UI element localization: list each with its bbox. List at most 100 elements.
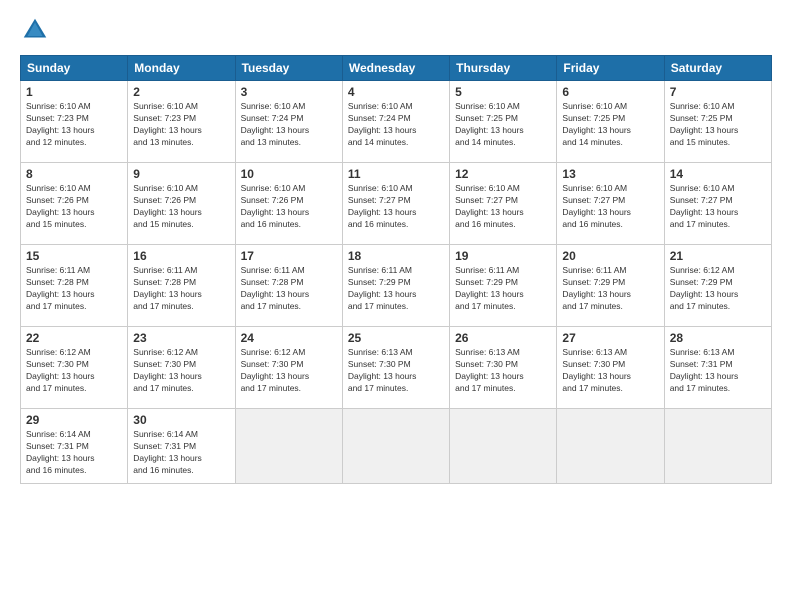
day-info: Sunrise: 6:10 AM Sunset: 7:27 PM Dayligh… (348, 183, 444, 231)
day-number: 12 (455, 167, 551, 181)
calendar-header-tuesday: Tuesday (235, 56, 342, 81)
day-info: Sunrise: 6:14 AM Sunset: 7:31 PM Dayligh… (26, 429, 122, 477)
page-header (20, 15, 772, 45)
day-number: 21 (670, 249, 766, 263)
calendar-cell: 11 Sunrise: 6:10 AM Sunset: 7:27 PM Dayl… (342, 163, 449, 245)
day-info: Sunrise: 6:10 AM Sunset: 7:23 PM Dayligh… (26, 101, 122, 149)
calendar-header-sunday: Sunday (21, 56, 128, 81)
day-number: 28 (670, 331, 766, 345)
day-info: Sunrise: 6:10 AM Sunset: 7:24 PM Dayligh… (348, 101, 444, 149)
logo-icon (20, 15, 50, 45)
calendar-cell: 9 Sunrise: 6:10 AM Sunset: 7:26 PM Dayli… (128, 163, 235, 245)
calendar-cell: 30 Sunrise: 6:14 AM Sunset: 7:31 PM Dayl… (128, 409, 235, 484)
day-number: 30 (133, 413, 229, 427)
day-number: 3 (241, 85, 337, 99)
calendar-week-4: 22 Sunrise: 6:12 AM Sunset: 7:30 PM Dayl… (21, 327, 772, 409)
day-info: Sunrise: 6:10 AM Sunset: 7:26 PM Dayligh… (241, 183, 337, 231)
calendar-header-monday: Monday (128, 56, 235, 81)
day-info: Sunrise: 6:10 AM Sunset: 7:27 PM Dayligh… (670, 183, 766, 231)
day-number: 11 (348, 167, 444, 181)
day-info: Sunrise: 6:12 AM Sunset: 7:30 PM Dayligh… (241, 347, 337, 395)
day-number: 29 (26, 413, 122, 427)
day-number: 19 (455, 249, 551, 263)
day-number: 17 (241, 249, 337, 263)
day-info: Sunrise: 6:10 AM Sunset: 7:26 PM Dayligh… (133, 183, 229, 231)
calendar-cell (557, 409, 664, 484)
calendar-cell: 5 Sunrise: 6:10 AM Sunset: 7:25 PM Dayli… (450, 81, 557, 163)
calendar-cell: 6 Sunrise: 6:10 AM Sunset: 7:25 PM Dayli… (557, 81, 664, 163)
calendar-cell: 21 Sunrise: 6:12 AM Sunset: 7:29 PM Dayl… (664, 245, 771, 327)
day-info: Sunrise: 6:10 AM Sunset: 7:26 PM Dayligh… (26, 183, 122, 231)
calendar-table: SundayMondayTuesdayWednesdayThursdayFrid… (20, 55, 772, 484)
calendar-cell: 22 Sunrise: 6:12 AM Sunset: 7:30 PM Dayl… (21, 327, 128, 409)
calendar-cell: 29 Sunrise: 6:14 AM Sunset: 7:31 PM Dayl… (21, 409, 128, 484)
day-info: Sunrise: 6:13 AM Sunset: 7:30 PM Dayligh… (562, 347, 658, 395)
day-number: 16 (133, 249, 229, 263)
calendar-cell: 2 Sunrise: 6:10 AM Sunset: 7:23 PM Dayli… (128, 81, 235, 163)
calendar-cell: 24 Sunrise: 6:12 AM Sunset: 7:30 PM Dayl… (235, 327, 342, 409)
day-info: Sunrise: 6:10 AM Sunset: 7:27 PM Dayligh… (562, 183, 658, 231)
logo (20, 15, 54, 45)
calendar-cell: 7 Sunrise: 6:10 AM Sunset: 7:25 PM Dayli… (664, 81, 771, 163)
calendar-cell: 13 Sunrise: 6:10 AM Sunset: 7:27 PM Dayl… (557, 163, 664, 245)
calendar-cell: 10 Sunrise: 6:10 AM Sunset: 7:26 PM Dayl… (235, 163, 342, 245)
day-info: Sunrise: 6:10 AM Sunset: 7:25 PM Dayligh… (670, 101, 766, 149)
calendar-cell (342, 409, 449, 484)
calendar-cell: 12 Sunrise: 6:10 AM Sunset: 7:27 PM Dayl… (450, 163, 557, 245)
calendar-cell: 3 Sunrise: 6:10 AM Sunset: 7:24 PM Dayli… (235, 81, 342, 163)
day-info: Sunrise: 6:11 AM Sunset: 7:28 PM Dayligh… (133, 265, 229, 313)
day-info: Sunrise: 6:13 AM Sunset: 7:30 PM Dayligh… (455, 347, 551, 395)
calendar-cell: 1 Sunrise: 6:10 AM Sunset: 7:23 PM Dayli… (21, 81, 128, 163)
day-info: Sunrise: 6:11 AM Sunset: 7:29 PM Dayligh… (562, 265, 658, 313)
calendar-header-wednesday: Wednesday (342, 56, 449, 81)
calendar-cell: 26 Sunrise: 6:13 AM Sunset: 7:30 PM Dayl… (450, 327, 557, 409)
day-number: 5 (455, 85, 551, 99)
calendar-week-3: 15 Sunrise: 6:11 AM Sunset: 7:28 PM Dayl… (21, 245, 772, 327)
day-info: Sunrise: 6:13 AM Sunset: 7:31 PM Dayligh… (670, 347, 766, 395)
day-info: Sunrise: 6:11 AM Sunset: 7:28 PM Dayligh… (241, 265, 337, 313)
day-number: 4 (348, 85, 444, 99)
day-number: 10 (241, 167, 337, 181)
day-number: 27 (562, 331, 658, 345)
calendar-cell: 20 Sunrise: 6:11 AM Sunset: 7:29 PM Dayl… (557, 245, 664, 327)
calendar-cell: 25 Sunrise: 6:13 AM Sunset: 7:30 PM Dayl… (342, 327, 449, 409)
day-number: 7 (670, 85, 766, 99)
calendar-week-1: 1 Sunrise: 6:10 AM Sunset: 7:23 PM Dayli… (21, 81, 772, 163)
calendar-cell: 19 Sunrise: 6:11 AM Sunset: 7:29 PM Dayl… (450, 245, 557, 327)
calendar-cell (235, 409, 342, 484)
day-info: Sunrise: 6:12 AM Sunset: 7:29 PM Dayligh… (670, 265, 766, 313)
calendar-cell: 18 Sunrise: 6:11 AM Sunset: 7:29 PM Dayl… (342, 245, 449, 327)
calendar-header-saturday: Saturday (664, 56, 771, 81)
day-number: 25 (348, 331, 444, 345)
day-number: 22 (26, 331, 122, 345)
day-number: 26 (455, 331, 551, 345)
calendar-cell: 16 Sunrise: 6:11 AM Sunset: 7:28 PM Dayl… (128, 245, 235, 327)
calendar-cell: 4 Sunrise: 6:10 AM Sunset: 7:24 PM Dayli… (342, 81, 449, 163)
day-number: 1 (26, 85, 122, 99)
day-info: Sunrise: 6:10 AM Sunset: 7:23 PM Dayligh… (133, 101, 229, 149)
day-info: Sunrise: 6:13 AM Sunset: 7:30 PM Dayligh… (348, 347, 444, 395)
calendar-header-thursday: Thursday (450, 56, 557, 81)
day-number: 20 (562, 249, 658, 263)
day-number: 13 (562, 167, 658, 181)
day-info: Sunrise: 6:14 AM Sunset: 7:31 PM Dayligh… (133, 429, 229, 477)
day-info: Sunrise: 6:12 AM Sunset: 7:30 PM Dayligh… (133, 347, 229, 395)
day-number: 14 (670, 167, 766, 181)
calendar-cell (664, 409, 771, 484)
day-number: 9 (133, 167, 229, 181)
day-info: Sunrise: 6:11 AM Sunset: 7:29 PM Dayligh… (348, 265, 444, 313)
day-number: 23 (133, 331, 229, 345)
calendar-header-friday: Friday (557, 56, 664, 81)
day-number: 6 (562, 85, 658, 99)
calendar-cell: 17 Sunrise: 6:11 AM Sunset: 7:28 PM Dayl… (235, 245, 342, 327)
calendar-cell: 27 Sunrise: 6:13 AM Sunset: 7:30 PM Dayl… (557, 327, 664, 409)
calendar-cell: 8 Sunrise: 6:10 AM Sunset: 7:26 PM Dayli… (21, 163, 128, 245)
day-info: Sunrise: 6:11 AM Sunset: 7:28 PM Dayligh… (26, 265, 122, 313)
calendar-cell: 14 Sunrise: 6:10 AM Sunset: 7:27 PM Dayl… (664, 163, 771, 245)
day-number: 18 (348, 249, 444, 263)
day-number: 15 (26, 249, 122, 263)
day-info: Sunrise: 6:10 AM Sunset: 7:25 PM Dayligh… (562, 101, 658, 149)
day-info: Sunrise: 6:10 AM Sunset: 7:25 PM Dayligh… (455, 101, 551, 149)
calendar-cell: 28 Sunrise: 6:13 AM Sunset: 7:31 PM Dayl… (664, 327, 771, 409)
calendar-week-5: 29 Sunrise: 6:14 AM Sunset: 7:31 PM Dayl… (21, 409, 772, 484)
